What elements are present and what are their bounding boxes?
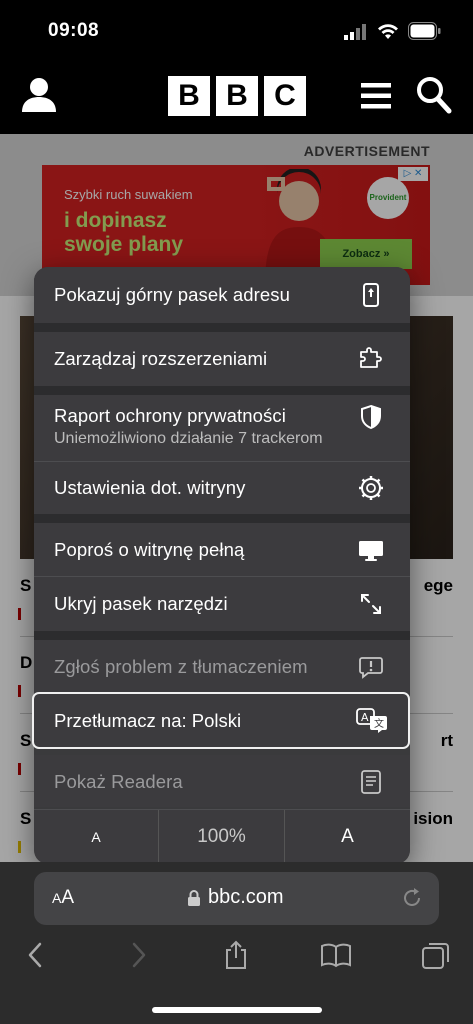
menu-item-label: Poproś o witrynę pełną xyxy=(54,539,245,560)
reader-icon xyxy=(361,770,381,794)
forward-icon[interactable] xyxy=(122,939,154,971)
menu-item-label: Ukryj pasek narzędzi xyxy=(54,593,228,614)
menu-item-label: Przetłumacz na: Polski xyxy=(54,710,242,731)
font-size-row: A 100% A xyxy=(34,810,410,864)
menu-item-label: Ustawienia dot. witryny xyxy=(54,477,246,498)
back-icon[interactable] xyxy=(20,939,52,971)
wifi-icon xyxy=(378,24,398,39)
aa-small: A xyxy=(52,890,62,906)
url-text: bbc.com xyxy=(208,886,284,908)
menu-item-label: Zarządzaj rozszerzeniami xyxy=(54,348,268,369)
bbc-logo[interactable]: B B C xyxy=(168,76,306,116)
search-icon[interactable] xyxy=(416,76,452,114)
page-settings-menu-bottom: Pokaż Readera A 100% A xyxy=(34,751,410,864)
menu-item-label: Pokazuj górny pasek adresu xyxy=(54,284,291,305)
menu-item-hide-toolbar[interactable]: Ukryj pasek narzędzi xyxy=(34,577,410,631)
menu-item-privacy-report[interactable]: Raport ochrony prywatności Uniemożliwion… xyxy=(34,395,410,461)
logo-letter: B xyxy=(168,76,210,116)
menu-group-gap xyxy=(34,323,410,332)
menu-item-request-desktop-site[interactable]: Poproś o witrynę pełną xyxy=(34,523,410,576)
extensions-icon xyxy=(360,347,382,368)
bookmarks-icon[interactable] xyxy=(320,939,352,971)
report-bubble-icon xyxy=(359,657,383,679)
svg-text:A: A xyxy=(361,711,369,724)
menu-item-show-top-address-bar[interactable]: Pokazuj górny pasek adresu xyxy=(34,267,410,323)
logo-letter: B xyxy=(216,76,258,116)
logo-letter: C xyxy=(264,76,306,116)
svg-text:文: 文 xyxy=(374,717,384,730)
account-icon[interactable] xyxy=(20,76,58,114)
menu-item-site-settings[interactable]: Ustawienia dot. witryny xyxy=(34,462,410,514)
decrease-font-button[interactable]: A xyxy=(34,810,158,864)
status-time: 09:08 xyxy=(48,20,100,41)
menu-item-translate[interactable]: Przetłumacz na: Polski A 文 xyxy=(32,692,410,749)
browser-toolbar: AA bbc.com xyxy=(0,862,473,1024)
menu-group-gap xyxy=(34,631,410,640)
menu-item-label: Zgłoś problem z tłumaczeniem xyxy=(54,656,308,677)
increase-font-button[interactable]: A xyxy=(285,810,410,864)
menu-item-manage-extensions[interactable]: Zarządzaj rozszerzeniami xyxy=(34,332,410,386)
status-bar: 09:08 xyxy=(0,0,473,60)
gear-icon xyxy=(359,476,383,500)
menu-item-subtitle: Uniemożliwiono działanie 7 trackerom xyxy=(54,430,323,447)
menu-item-label: Pokaż Readera xyxy=(54,771,183,792)
desktop-icon xyxy=(359,541,383,561)
hamburger-menu-icon[interactable] xyxy=(361,82,391,110)
menu-item-report-translation-problem[interactable]: Zgłoś problem z tłumaczeniem xyxy=(34,640,410,693)
reload-icon[interactable] xyxy=(401,887,423,909)
address-bar-icon xyxy=(363,283,379,307)
site-header: B B C xyxy=(0,60,473,134)
page-settings-button[interactable]: AA xyxy=(52,887,74,909)
expand-arrows-icon xyxy=(361,594,381,614)
battery-icon xyxy=(408,22,441,40)
lock-icon xyxy=(188,890,200,906)
translate-icon: A 文 xyxy=(356,708,387,733)
address-bar[interactable]: AA bbc.com xyxy=(34,872,439,925)
aa-large: A xyxy=(61,887,75,908)
menu-group-gap xyxy=(34,514,410,523)
menu-group-gap xyxy=(34,386,410,395)
cellular-signal-icon xyxy=(344,24,366,40)
home-indicator[interactable] xyxy=(152,1007,322,1013)
privacy-shield-icon xyxy=(361,404,381,430)
menu-item-label: Raport ochrony prywatności xyxy=(54,405,286,426)
menu-item-show-reader[interactable]: Pokaż Readera xyxy=(34,755,410,807)
zoom-level: 100% xyxy=(197,826,246,847)
share-icon[interactable] xyxy=(220,939,252,971)
tabs-icon[interactable] xyxy=(420,939,452,971)
